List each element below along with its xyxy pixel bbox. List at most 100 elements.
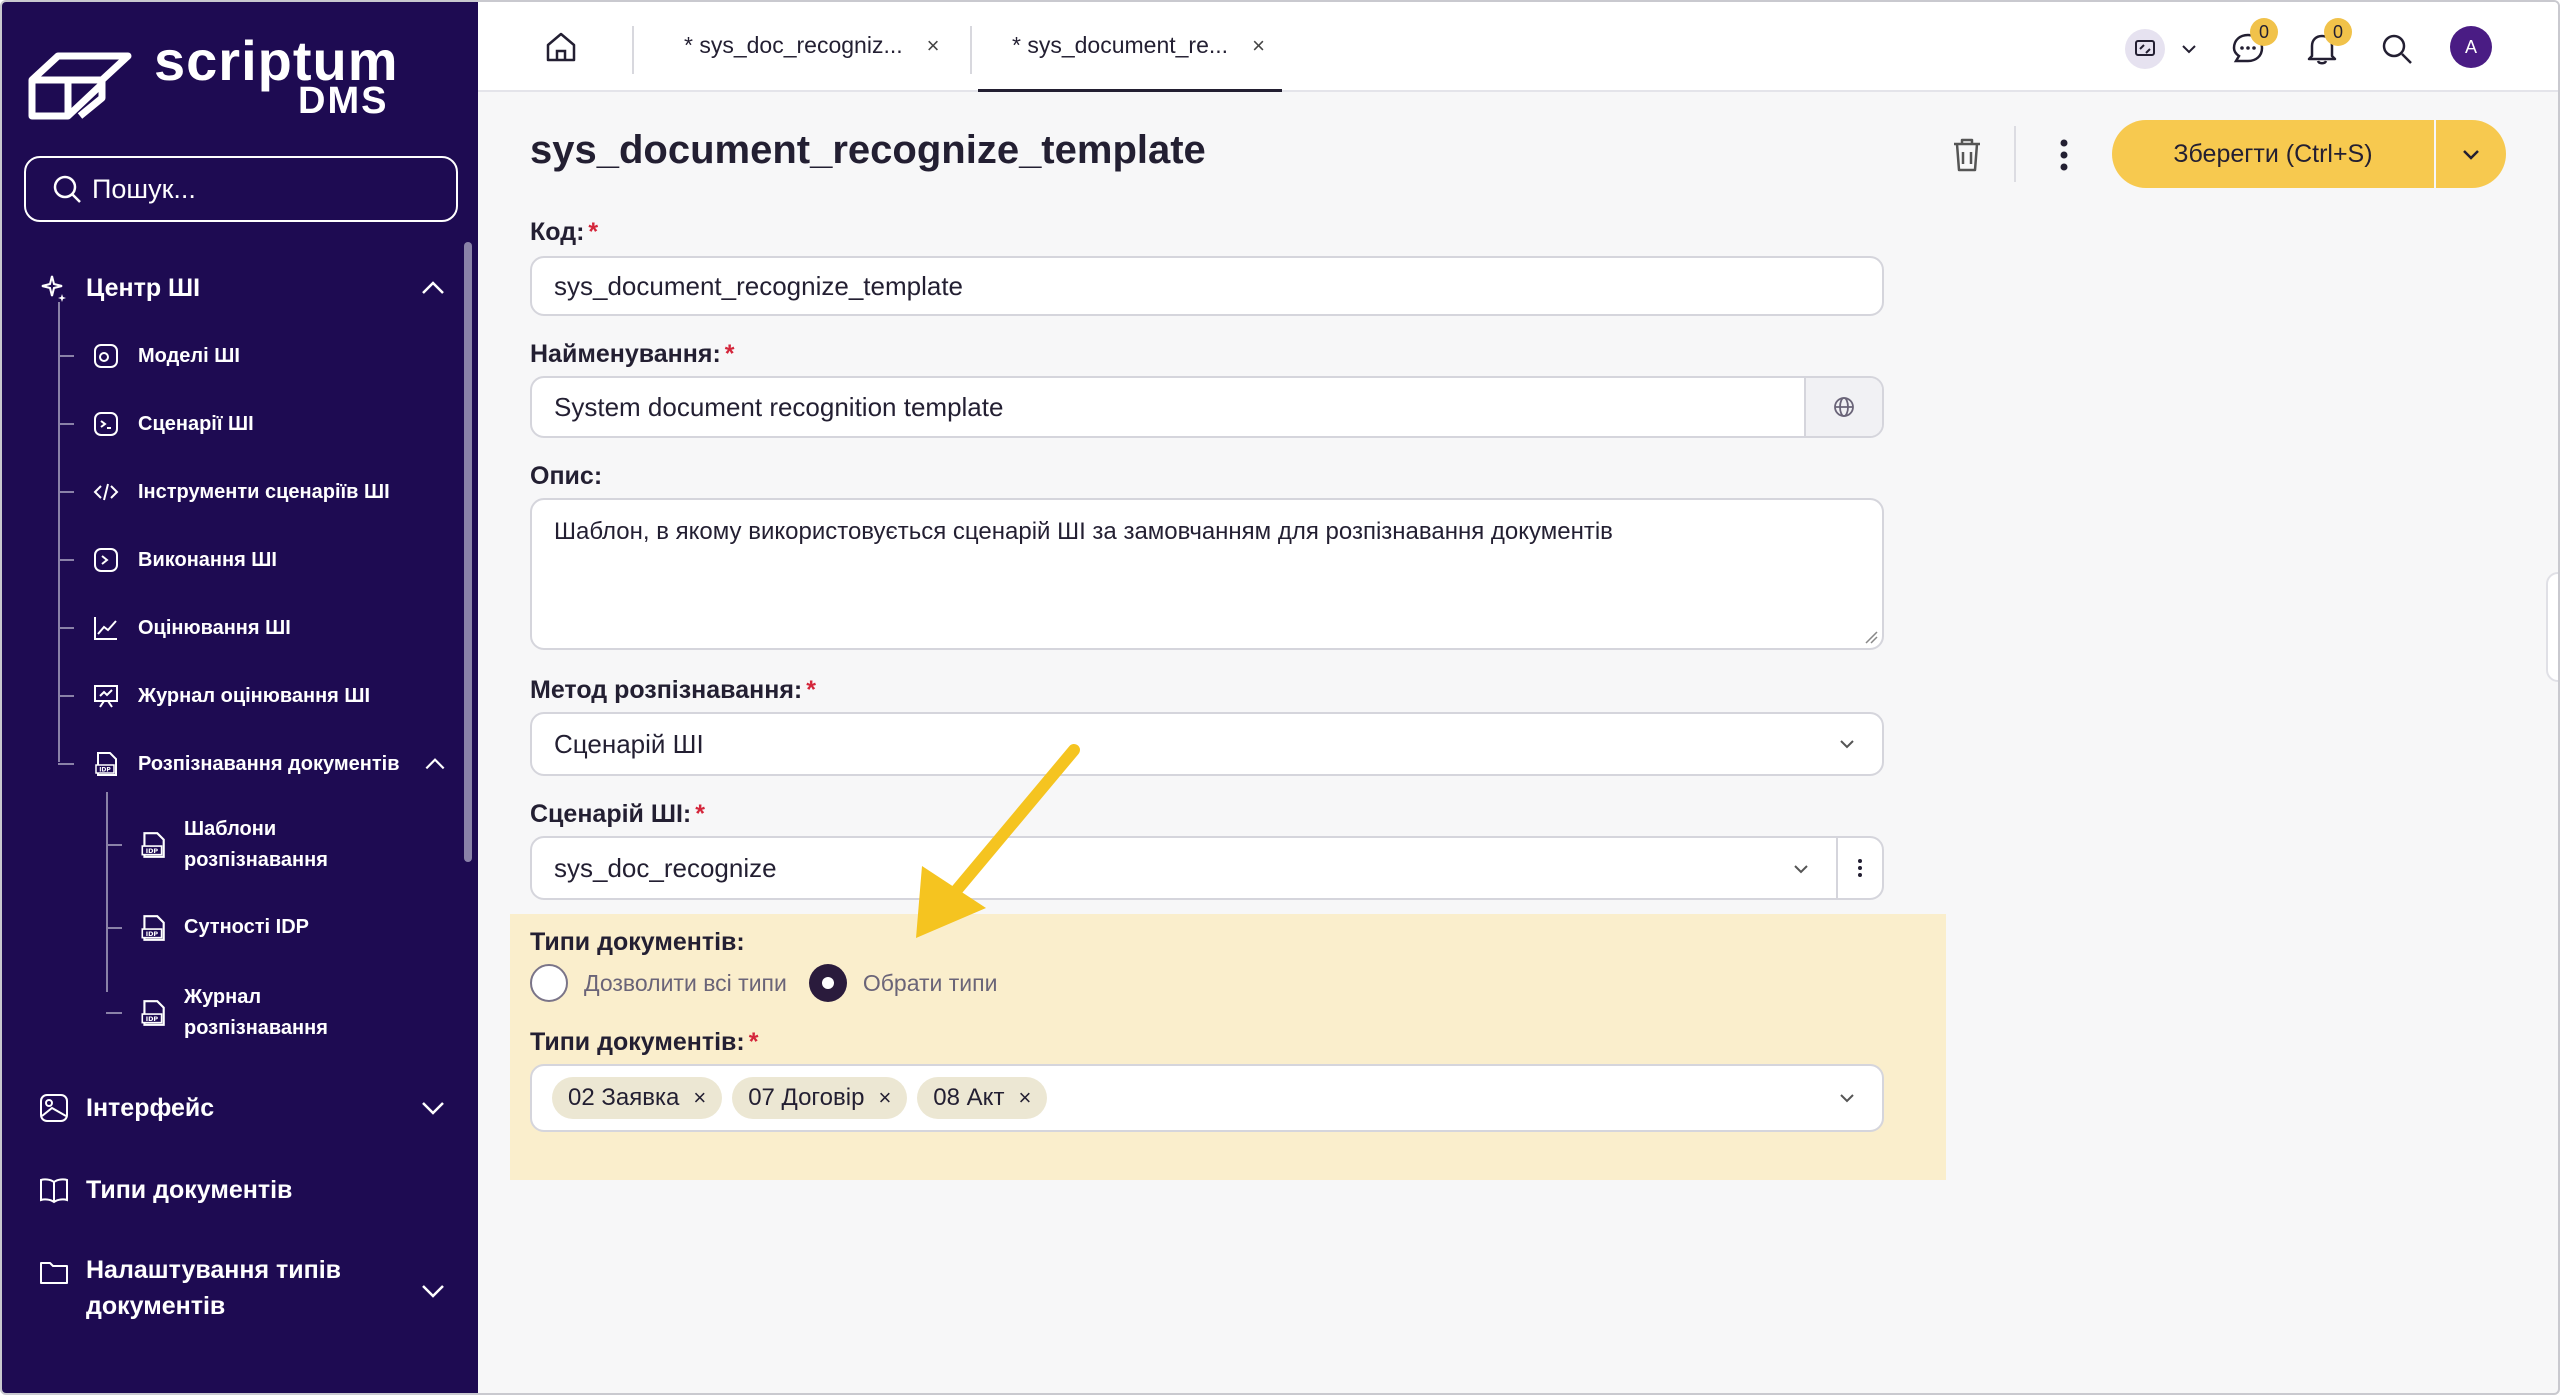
name-field[interactable]: System document recognition template [530,376,1884,438]
sidebar-item-ai-eval-log[interactable]: Журнал оцінювання ШІ [58,682,370,710]
radio-select-types[interactable] [808,964,847,1002]
sidebar-item-label: Розпізнавання документів [138,752,400,775]
chevron-down-icon[interactable] [418,1276,448,1306]
resize-handle-icon[interactable] [1864,630,1878,644]
chevron-down-icon[interactable] [418,1093,448,1123]
logo[interactable]: scriptum DMS [28,28,428,128]
home-icon[interactable] [544,30,578,64]
save-button-label: Зберегти (Ctrl+S) [2173,139,2373,168]
close-icon[interactable]: × [1018,1085,1031,1111]
search-input[interactable]: Пошук... [24,156,458,222]
radio-allow-all-label[interactable]: Дозволити всі типи [584,970,787,997]
sidebar-item-label: Шаблони [184,818,277,840]
chevron-down-icon[interactable] [2180,40,2198,58]
name-value: System document recognition template [554,391,1004,422]
doc-type-chip: 02 Заявка × [552,1077,723,1119]
svg-text:IDP: IDP [146,1015,159,1023]
close-icon[interactable]: × [878,1085,891,1111]
sidebar-item-ai-evaluation[interactable]: Оцінювання ШІ [58,614,291,642]
name-label: Найменування: * [530,340,735,368]
method-select[interactable]: Сценарій ШІ [530,712,1884,776]
scenario-label: Сценарій ШІ: * [530,800,705,828]
close-icon[interactable]: × [927,33,940,59]
svg-text:IDP: IDP [146,930,159,938]
tab-sys-document-recognize-template[interactable]: * sys_document_re... × [1012,32,1265,59]
sidebar-section-doc-type-settings[interactable]: Налаштування типів документів [38,1256,448,1324]
sidebar-item-ai-runs[interactable]: Виконання ШІ [58,546,277,574]
sidebar-item-label: Журнал оцінювання ШІ [138,684,371,707]
sidebar-item-label: Журнал [184,986,262,1008]
tab-sys-doc-recognize[interactable]: * sys_doc_recogniz... × [684,32,939,59]
save-button[interactable]: Зберегти (Ctrl+S) [2112,120,2434,188]
chevron-up-icon[interactable] [422,751,448,777]
side-panel-handle[interactable] [2546,572,2558,682]
code-field[interactable]: sys_document_recognize_template [530,256,1884,316]
sidebar-item-ai-scenarios[interactable]: Сценарії ШІ [58,410,254,438]
workspace-switch-icon[interactable] [2124,28,2166,70]
close-icon[interactable]: × [1252,33,1265,59]
chart-line-icon [94,617,117,640]
sidebar-scrollbar[interactable] [464,242,472,862]
close-icon[interactable]: × [693,1085,706,1111]
doc-type-chip: 08 Акт × [917,1077,1048,1119]
description-value: Шаблон, в якому використовується сценарі… [554,518,1613,545]
doc-types-multiselect[interactable]: 02 Заявка × 07 Договір × 08 Акт × [530,1064,1884,1132]
avatar[interactable]: A [2450,26,2492,68]
tab-separator [970,26,972,74]
sidebar-item-doc-recognition[interactable]: IDP Розпізнавання документів [58,750,448,778]
sidebar-section-interface[interactable]: Інтерфейс [38,1092,448,1124]
page-title: sys_document_recognize_template [530,128,1206,172]
chevron-down-icon [1840,740,1854,749]
sidebar-section-label: Налаштування типів [86,1256,342,1284]
sidebar: scriptum DMS Пошук... Центр ШІ Моделі ШІ… [2,2,478,1393]
svg-text:IDP: IDP [146,847,159,855]
sidebar-item-idp-entities[interactable]: IDP Сутності IDP [106,912,309,943]
sidebar-item-recognition-templates[interactable]: IDP Шаблони розпізнавання [106,814,328,876]
active-tab-indicator [978,89,1282,92]
sidebar-item-label: Інструменти сценаріїв ШІ [138,480,390,503]
code-icon [93,483,119,501]
save-options-button[interactable] [2436,120,2506,188]
idp-icon: IDP [141,914,165,941]
translate-button[interactable] [1804,378,1882,436]
notification-badge: 0 [2324,18,2352,46]
tab-label: * sys_doc_recogniz... [684,32,903,58]
idp-icon: IDP [95,752,117,776]
logo-mark-icon [28,52,132,120]
description-label: Опис: [530,462,603,490]
sparkle-icon [41,275,66,302]
radio-select-types-label[interactable]: Обрати типи [863,970,998,997]
sidebar-item-ai-models[interactable]: Моделі ШІ [58,342,240,370]
sidebar-item-label: Моделі ШІ [138,344,240,367]
sidebar-item-recognition-log[interactable]: IDP Журнал розпізнавання [106,982,328,1044]
chip-label: 07 Договір [748,1084,865,1111]
sidebar-section-label: Центр ШІ [86,273,201,302]
search-icon [53,175,81,203]
scenario-more-button[interactable] [1836,838,1882,898]
method-value: Сценарій ШІ [554,728,704,759]
chevron-up-icon[interactable] [418,273,448,303]
radio-allow-all[interactable] [530,964,568,1002]
scenario-select[interactable]: sys_doc_recognize [530,836,1884,900]
description-field[interactable]: Шаблон, в якому використовується сценарі… [530,498,1884,650]
sidebar-section-ai-center[interactable]: Центр ШІ [38,272,448,304]
sidebar-section-doc-types[interactable]: Типи документів [38,1174,448,1206]
method-label: Метод розпізнавання: * [530,676,816,704]
folder-icon [40,1262,68,1284]
trash-icon[interactable] [1950,136,1984,174]
book-icon [40,1178,68,1204]
sidebar-item-ai-tools[interactable]: Інструменти сценаріїв ШІ [58,478,390,506]
sidebar-section-label: Інтерфейс [86,1093,215,1122]
search-placeholder: Пошук... [92,173,196,204]
terminal-icon [94,412,118,436]
tab-separator [632,26,634,74]
chip-label: 08 Акт [933,1084,1005,1111]
chevron-down-icon [2463,150,2479,160]
scenario-value: sys_doc_recognize [554,852,777,883]
more-vertical-icon[interactable] [2052,136,2076,174]
brand-product: DMS [298,80,389,122]
chevron-down-icon [1794,865,1808,874]
chip-label: 02 Заявка [568,1084,680,1111]
doc-types-label: Типи документів: * [530,1028,759,1056]
search-icon[interactable] [2380,32,2414,66]
